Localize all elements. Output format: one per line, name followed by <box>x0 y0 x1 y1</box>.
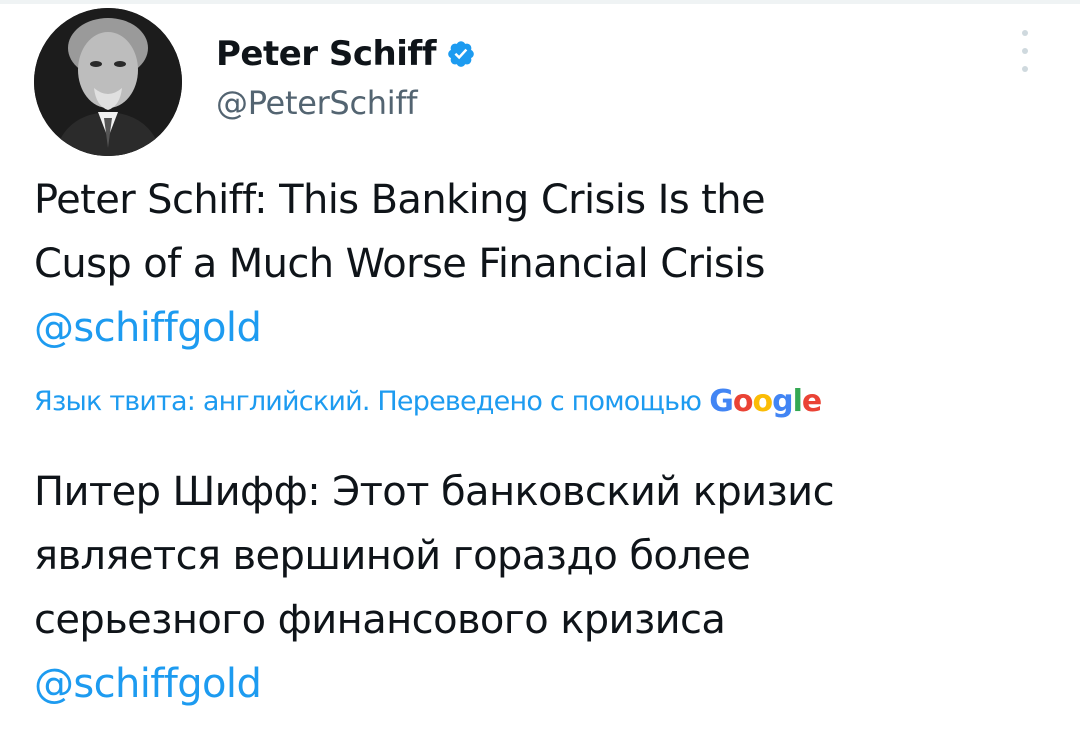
author-name-row: Peter Schiff <box>216 30 476 78</box>
tweet-text: Peter Schiff: This Banking Crisis Is the… <box>34 168 1044 360</box>
translated-tweet-text: Питер Шифф: Этот банковский кризис являе… <box>34 460 1044 716</box>
translated-text-line: серьезного финансового кризиса <box>34 597 726 643</box>
author-display-name[interactable]: Peter Schiff <box>216 34 436 74</box>
author-handle[interactable]: @PeterSchiff <box>216 84 476 122</box>
tweet-text-line: Peter Schiff: This Banking Crisis Is the <box>34 177 766 223</box>
verified-badge-icon[interactable] <box>446 39 476 69</box>
tweet-mention-link[interactable]: @schiffgold <box>34 296 1044 360</box>
tweet-text-line: Cusp of a Much Worse Financial Crisis <box>34 241 765 287</box>
author-avatar[interactable] <box>34 8 182 156</box>
translation-label[interactable]: Язык твита: английский. Переведено с пом… <box>34 386 702 417</box>
translation-attribution[interactable]: Язык твита: английский. Переведено с пом… <box>34 384 822 419</box>
translated-text-line: является вершиной гораздо более <box>34 533 751 579</box>
translated-mention-link[interactable]: @schiffgold <box>34 652 1044 716</box>
avatar-portrait-icon <box>34 8 182 156</box>
top-divider <box>0 0 1080 4</box>
google-logo: Google <box>709 384 822 419</box>
more-options-icon[interactable] <box>1012 30 1038 72</box>
translated-text-line: Питер Шифф: Этот банковский кризис <box>34 469 835 515</box>
author-info: Peter Schiff @PeterSchiff <box>216 30 476 122</box>
